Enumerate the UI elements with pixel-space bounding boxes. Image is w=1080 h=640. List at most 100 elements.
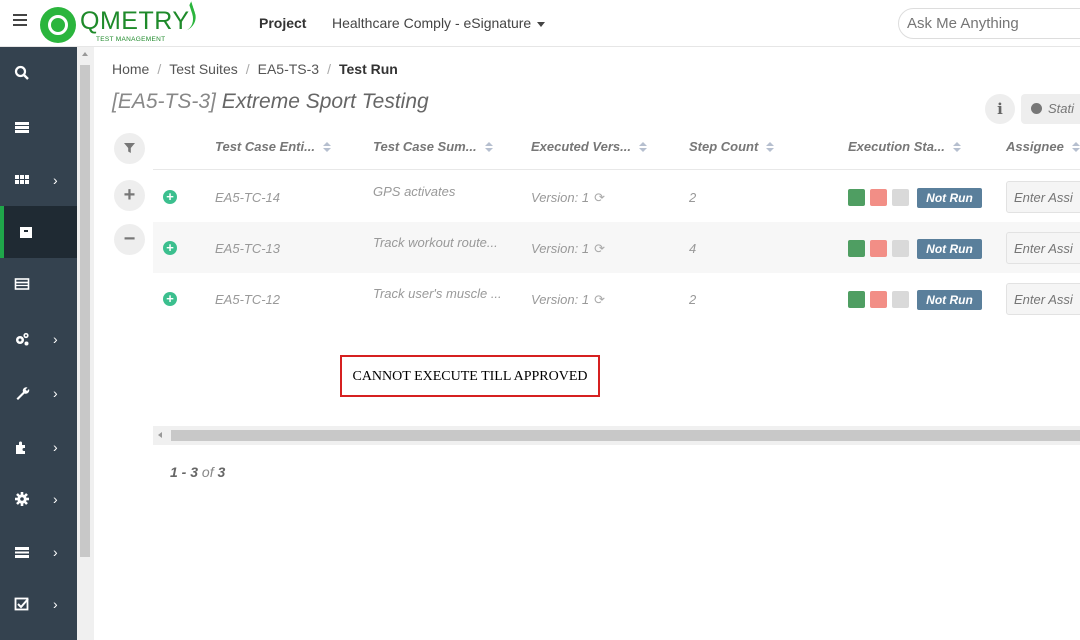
- wrench-icon: [16, 387, 30, 400]
- checkbox-icon: [14, 597, 29, 611]
- entity-key[interactable]: EA5-TC-12: [215, 292, 280, 307]
- sort-icon[interactable]: [1071, 142, 1080, 153]
- scroll-left-arrow-icon[interactable]: [158, 432, 162, 438]
- table-row[interactable]: + EA5-TC-12 Track user's muscle ... Vers…: [153, 273, 1080, 324]
- archive-icon: [20, 227, 32, 238]
- sidebar-item-table[interactable]: [0, 258, 77, 310]
- status-badge[interactable]: Not Run: [917, 290, 982, 310]
- sort-icon[interactable]: [322, 142, 331, 153]
- refresh-icon[interactable]: ⟳: [594, 190, 605, 206]
- chevron-right-icon: ›: [53, 544, 58, 560]
- sidebar-item-checklist[interactable]: ›: [0, 578, 77, 630]
- add-circle-icon[interactable]: +: [163, 292, 177, 306]
- table-row[interactable]: + EA5-TC-14 GPS activates Version: 1 ⟳ 2 …: [153, 171, 1080, 222]
- pager-range: 1 - 3: [170, 464, 199, 480]
- summary-cell: Track workout route...: [373, 235, 498, 250]
- list-icon: [15, 122, 29, 133]
- step-count-cell: 2: [689, 292, 697, 307]
- column-header-step-count[interactable]: Step Count: [689, 139, 775, 154]
- qmetry-logo[interactable]: QMETRY TEST MANAGEMENT: [40, 1, 200, 45]
- status-badge[interactable]: Not Run: [917, 188, 982, 208]
- filter-button[interactable]: [114, 133, 145, 164]
- assignee-input[interactable]: [1006, 181, 1080, 213]
- breadcrumb-separator: /: [327, 61, 331, 77]
- table-row[interactable]: + EA5-TC-13 Track workout route... Versi…: [153, 222, 1080, 273]
- chevron-right-icon: ›: [53, 491, 58, 507]
- step-count-cell: 4: [689, 241, 697, 256]
- summary-cell: GPS activates: [373, 184, 456, 199]
- column-header-assignee[interactable]: Assignee: [1006, 139, 1080, 154]
- entity-key[interactable]: EA5-TC-14: [215, 190, 280, 205]
- sidebar-item-reports[interactable]: ›: [0, 526, 77, 578]
- pie-chart-icon: [1031, 103, 1042, 114]
- collapse-all-button[interactable]: −: [114, 224, 145, 255]
- summary-cell: Track user's muscle ...: [373, 286, 502, 301]
- executed-version-cell: Version: 1 ⟳: [531, 190, 605, 206]
- sort-icon[interactable]: [638, 142, 647, 153]
- refresh-icon[interactable]: ⟳: [594, 292, 605, 308]
- not-applicable-status-button[interactable]: [892, 240, 909, 257]
- sidebar-item-tools[interactable]: ›: [0, 367, 77, 419]
- pass-status-button[interactable]: [848, 240, 865, 257]
- step-count-cell: 2: [689, 190, 697, 205]
- info-button[interactable]: i: [985, 94, 1015, 124]
- sort-icon[interactable]: [766, 142, 775, 153]
- assignee-input[interactable]: [1006, 232, 1080, 264]
- filter-icon: [124, 143, 135, 153]
- puzzle-icon: [16, 441, 25, 454]
- horizontal-scrollbar[interactable]: [153, 426, 1080, 445]
- top-bar: QMETRY TEST MANAGEMENT Project Healthcar…: [0, 0, 1080, 47]
- table-header: Test Case Enti... Test Case Sum... Execu…: [153, 125, 1080, 170]
- refresh-icon[interactable]: ⟳: [594, 241, 605, 257]
- breadcrumb-test-suites[interactable]: Test Suites: [169, 61, 237, 77]
- scroll-up-arrow-icon[interactable]: [82, 52, 88, 56]
- fail-status-button[interactable]: [870, 291, 887, 308]
- gear-icon: [15, 492, 29, 506]
- sidebar-item-cogs[interactable]: ›: [0, 313, 77, 365]
- sort-icon[interactable]: [952, 142, 961, 153]
- statistics-button[interactable]: Stati: [1021, 94, 1080, 124]
- not-applicable-status-button[interactable]: [892, 189, 909, 206]
- breadcrumb: Home / Test Suites / EA5-TS-3 / Test Run: [112, 61, 398, 77]
- sidebar-item-grid[interactable]: ›: [0, 154, 77, 206]
- pass-status-button[interactable]: [848, 189, 865, 206]
- executed-version-cell: Version: 1 ⟳: [531, 241, 605, 257]
- breadcrumb-home[interactable]: Home: [112, 61, 149, 77]
- vertical-scrollbar[interactable]: [77, 47, 94, 640]
- add-circle-icon[interactable]: +: [163, 190, 177, 204]
- minus-icon: −: [123, 228, 136, 250]
- sidebar-item-archive[interactable]: [0, 206, 77, 258]
- expand-all-button[interactable]: +: [114, 180, 145, 211]
- caret-down-icon: [537, 21, 546, 27]
- breadcrumb-suite[interactable]: EA5-TS-3: [258, 61, 319, 77]
- hamburger-menu-icon[interactable]: [13, 14, 27, 28]
- project-name: Healthcare Comply - eSignature: [332, 15, 532, 31]
- not-applicable-status-button[interactable]: [892, 291, 909, 308]
- sidebar-item-search[interactable]: [0, 47, 77, 99]
- project-dropdown[interactable]: Healthcare Comply - eSignature: [332, 15, 546, 31]
- assignee-input[interactable]: [1006, 283, 1080, 315]
- chevron-right-icon: ›: [53, 439, 58, 455]
- scrollbar-thumb[interactable]: [80, 65, 90, 557]
- sidebar-item-settings[interactable]: ›: [0, 473, 77, 525]
- sidebar: › › › › › › ›: [0, 47, 77, 640]
- column-header-executed-version[interactable]: Executed Vers...: [531, 139, 647, 154]
- add-circle-icon[interactable]: +: [163, 241, 177, 255]
- status-badge[interactable]: Not Run: [917, 239, 982, 259]
- column-header-execution-status[interactable]: Execution Sta...: [848, 139, 961, 154]
- statistics-label: Stati: [1048, 101, 1075, 116]
- column-header-summary[interactable]: Test Case Sum...: [373, 139, 493, 154]
- fail-status-button[interactable]: [870, 240, 887, 257]
- column-header-entity[interactable]: Test Case Enti...: [215, 139, 331, 154]
- sort-icon[interactable]: [484, 142, 493, 153]
- breadcrumb-separator: /: [157, 61, 162, 77]
- sidebar-item-integrations[interactable]: ›: [0, 421, 77, 473]
- sidebar-item-list[interactable]: [0, 101, 77, 153]
- ask-me-anything-input[interactable]: [898, 8, 1080, 39]
- fail-status-button[interactable]: [870, 189, 887, 206]
- pass-status-button[interactable]: [848, 291, 865, 308]
- entity-key[interactable]: EA5-TC-13: [215, 241, 280, 256]
- pager-of: of: [201, 464, 214, 480]
- chevron-right-icon: ›: [53, 596, 58, 612]
- scrollbar-thumb[interactable]: [171, 430, 1080, 441]
